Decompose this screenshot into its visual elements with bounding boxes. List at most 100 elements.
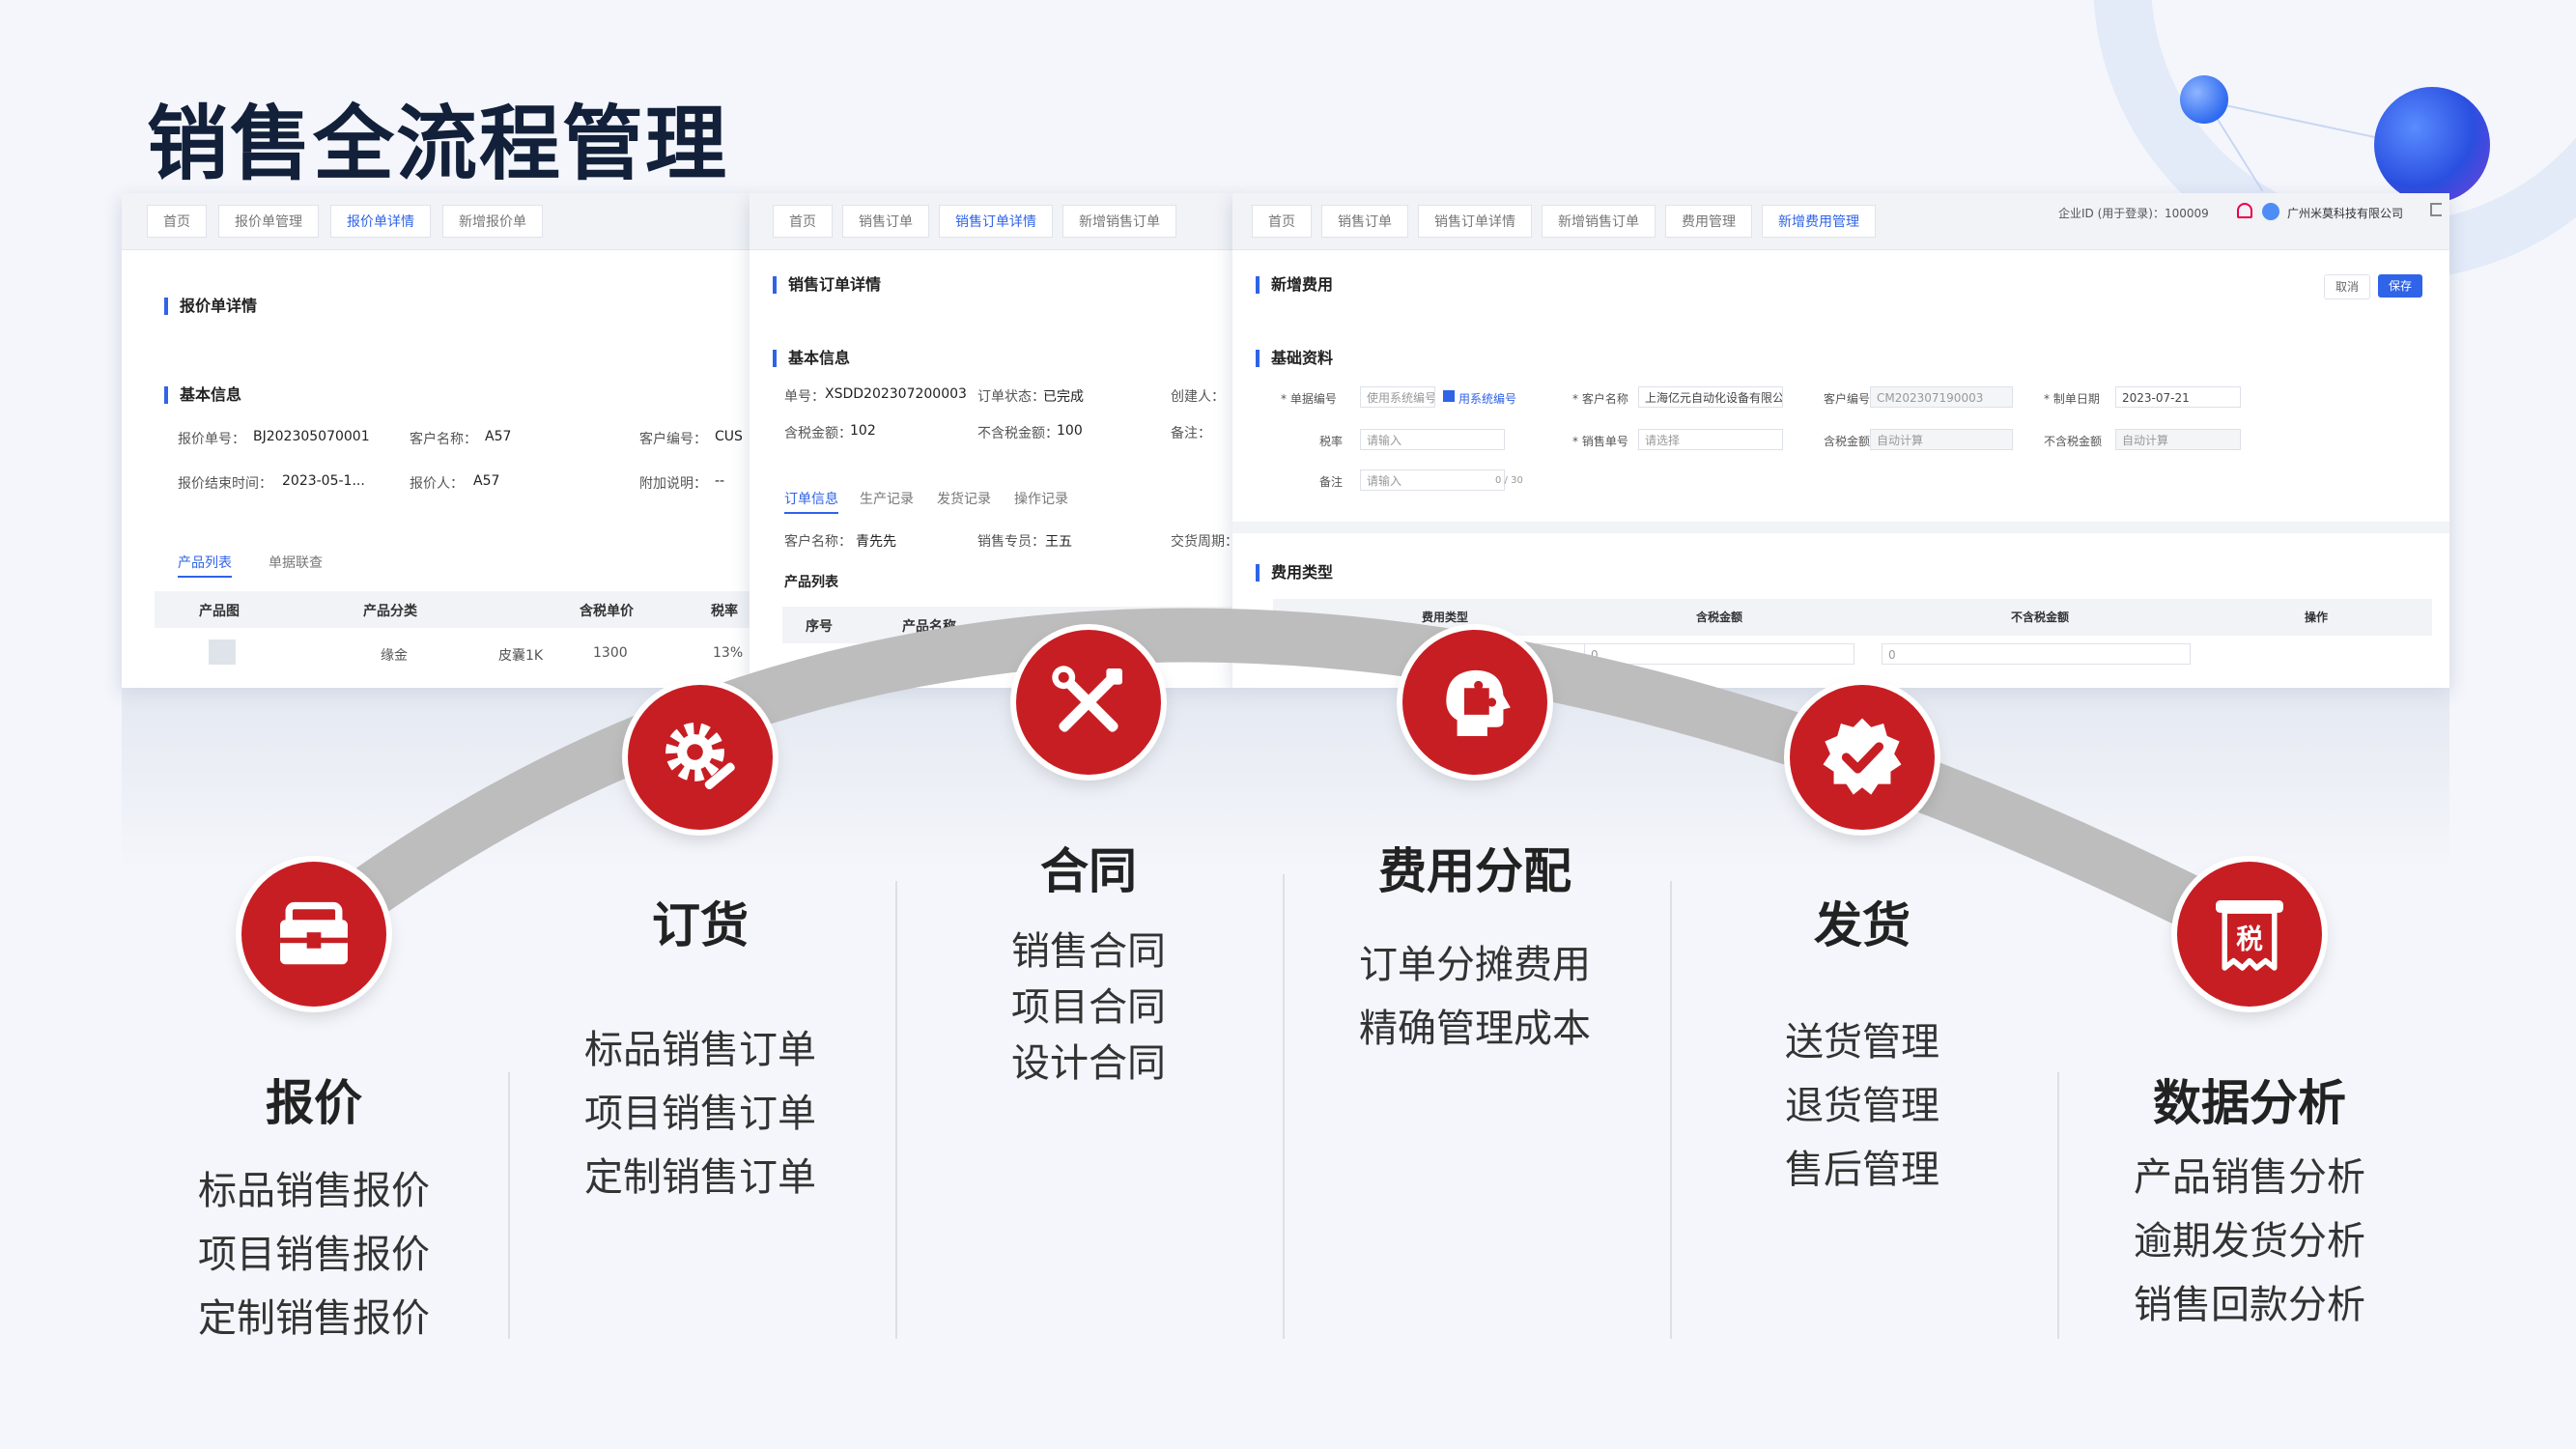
subtab-shipping[interactable]: 发货记录 <box>937 489 991 508</box>
tab-new-quote[interactable]: 新增报价单 <box>442 205 543 238</box>
column-divider <box>895 881 897 1339</box>
stage-items-fee-allocation: 订单分摊费用 精确管理成本 <box>1291 933 1658 1061</box>
stage-items-shipping: 送货管理 退货管理 售后管理 <box>1679 1010 2046 1202</box>
column-divider <box>2057 1072 2059 1339</box>
field-value: 100 <box>1057 423 1083 439</box>
list-item: 定制销售报价 <box>198 1296 430 1341</box>
field-value: A57 <box>473 473 500 489</box>
tools-icon <box>1016 630 1161 775</box>
field-value: 青先先 <box>856 534 896 550</box>
column-divider <box>1670 881 1672 1339</box>
cancel-button[interactable]: 取消 <box>2324 274 2370 299</box>
section-header: 销售订单详情 <box>773 276 881 294</box>
save-button[interactable]: 保存 <box>2378 274 2422 298</box>
subtab-order-info[interactable]: 订单信息 <box>784 489 838 514</box>
field-label: 客户名称： <box>410 432 477 447</box>
tab-quote-manage[interactable]: 报价单管理 <box>218 205 319 238</box>
head-puzzle-icon <box>1402 630 1547 775</box>
logout-icon[interactable] <box>2430 203 2442 216</box>
column-divider <box>508 1072 510 1339</box>
field-label: 客户名称： <box>784 534 852 550</box>
column-header: 产品名称 <box>902 619 956 635</box>
table-cell: 皮囊1K <box>498 648 544 664</box>
list-item: 精确管理成本 <box>1359 1007 1591 1051</box>
section-basic-info: 基本信息 <box>164 386 241 404</box>
stage-items-quote: 标品销售报价 项目销售报价 定制销售报价 <box>130 1159 497 1350</box>
column-header: 不含税金额 <box>2011 611 2070 624</box>
stage-title-data-analysis: 数据分析 <box>2153 1075 2346 1131</box>
field-label: 备注 <box>1319 475 1344 489</box>
tab-new-order[interactable]: 新增销售订单 <box>1062 205 1176 238</box>
field-value: BJ202305070001 <box>253 429 370 444</box>
fee-amount-tax-input[interactable]: 0 <box>1584 643 1854 665</box>
field-label: 不含税金额： <box>977 426 1059 441</box>
tab-order-detail[interactable]: 销售订单详情 <box>1418 205 1532 238</box>
field-label: 附加说明： <box>639 476 707 492</box>
date-input[interactable]: 2023-07-21 <box>2115 386 2241 408</box>
amount-no-tax-input: 自动计算 <box>2115 429 2241 450</box>
tab-fee-manage[interactable]: 费用管理 <box>1665 205 1752 238</box>
tab-sales-order[interactable]: 销售订单 <box>1321 205 1408 238</box>
table-cell: 1300 <box>593 645 628 661</box>
field-label: 备注： <box>1171 426 1211 441</box>
bell-icon[interactable] <box>2237 203 2252 218</box>
company-name: 广州米莫科技有限公司 <box>2287 207 2404 220</box>
field-label: 报价人： <box>410 476 464 492</box>
tab-quote-detail[interactable]: 报价单详情 <box>330 205 431 238</box>
customer-name-select[interactable]: 上海亿元自动化设备有限公司 <box>1638 386 1783 408</box>
subtab-operations[interactable]: 操作记录 <box>1014 489 1068 508</box>
new-fee-screenshot: 首页 销售订单 销售订单详情 新增销售订单 费用管理 新增费用管理 企业ID (… <box>1232 193 2449 688</box>
list-item: 产品销售分析 <box>2134 1155 2365 1200</box>
tab-sales-order[interactable]: 销售订单 <box>842 205 929 238</box>
field-label: 含税金额 <box>1824 435 1871 448</box>
field-label: * 单据编号 <box>1281 392 1337 406</box>
section-divider <box>1232 522 2449 533</box>
list-item: 项目销售订单 <box>584 1092 816 1136</box>
stage-title-order: 订货 <box>652 897 749 953</box>
order-detail-screenshot: 首页 销售订单 销售订单详情 新增销售订单 销售订单详情 基本信息 单号： XS… <box>750 193 1232 688</box>
column-header: 含税金额 <box>1696 611 1743 624</box>
stage-items-order: 标品销售订单 项目销售订单 定制销售订单 <box>517 1018 884 1209</box>
subtab-product-list[interactable]: 产品列表 <box>178 553 232 578</box>
field-label: 交货周期： <box>1171 534 1232 550</box>
list-item: 销售回款分析 <box>2134 1283 2365 1327</box>
column-header: 费用类型 <box>1422 611 1469 624</box>
avatar[interactable] <box>2262 203 2279 220</box>
section-header: 报价单详情 <box>164 298 257 315</box>
list-item: 标品销售报价 <box>198 1169 430 1213</box>
check-badge-icon <box>1790 685 1935 830</box>
column-header: 产品图 <box>199 604 240 619</box>
sales-order-select[interactable]: 请选择 <box>1638 429 1783 450</box>
field-label: 创建人： <box>1171 389 1225 405</box>
tax-rate-input[interactable]: 请输入 <box>1360 429 1505 450</box>
subtab-linked-docs[interactable]: 单据联查 <box>269 553 323 572</box>
field-value: -- <box>715 473 725 489</box>
column-divider <box>1283 874 1285 1339</box>
decorative-ball-small <box>2180 75 2228 124</box>
section-fee-type: 费用类型 <box>1256 564 1333 582</box>
field-value: 已完成 <box>1043 389 1084 405</box>
decorative-ball-large <box>2374 87 2490 203</box>
stage-items-contract: 销售合同 项目合同 设计合同 <box>905 923 1272 1092</box>
field-label: 不含税金额 <box>2044 435 2103 448</box>
tab-home[interactable]: 首页 <box>773 205 833 238</box>
checkbox[interactable] <box>1443 390 1455 402</box>
field-value: 王五 <box>1045 534 1072 550</box>
subtab-production[interactable]: 生产记录 <box>860 489 914 508</box>
product-list-title: 产品列表 <box>784 575 838 590</box>
field-label: * 制单日期 <box>2044 392 2100 406</box>
field-value: 102 <box>850 423 876 439</box>
tab-bar: 首页 销售订单 销售订单详情 新增销售订单 <box>750 193 1232 250</box>
tab-home[interactable]: 首页 <box>1252 205 1312 238</box>
table-header <box>155 591 750 628</box>
tax-glyph: 税 <box>2236 923 2263 955</box>
tab-bar: 首页 报价单管理 报价单详情 新增报价单 <box>122 193 750 250</box>
field-value: CUS <box>715 429 743 444</box>
remark-input[interactable]: 请输入 <box>1360 469 1505 491</box>
tab-new-order[interactable]: 新增销售订单 <box>1542 205 1656 238</box>
doc-number-input[interactable]: 使用系统编号 <box>1360 386 1435 408</box>
fee-amount-no-tax-input[interactable]: 0 <box>1882 643 2191 665</box>
tab-order-detail[interactable]: 销售订单详情 <box>939 205 1053 238</box>
tab-new-fee[interactable]: 新增费用管理 <box>1762 205 1876 238</box>
tab-home[interactable]: 首页 <box>147 205 207 238</box>
